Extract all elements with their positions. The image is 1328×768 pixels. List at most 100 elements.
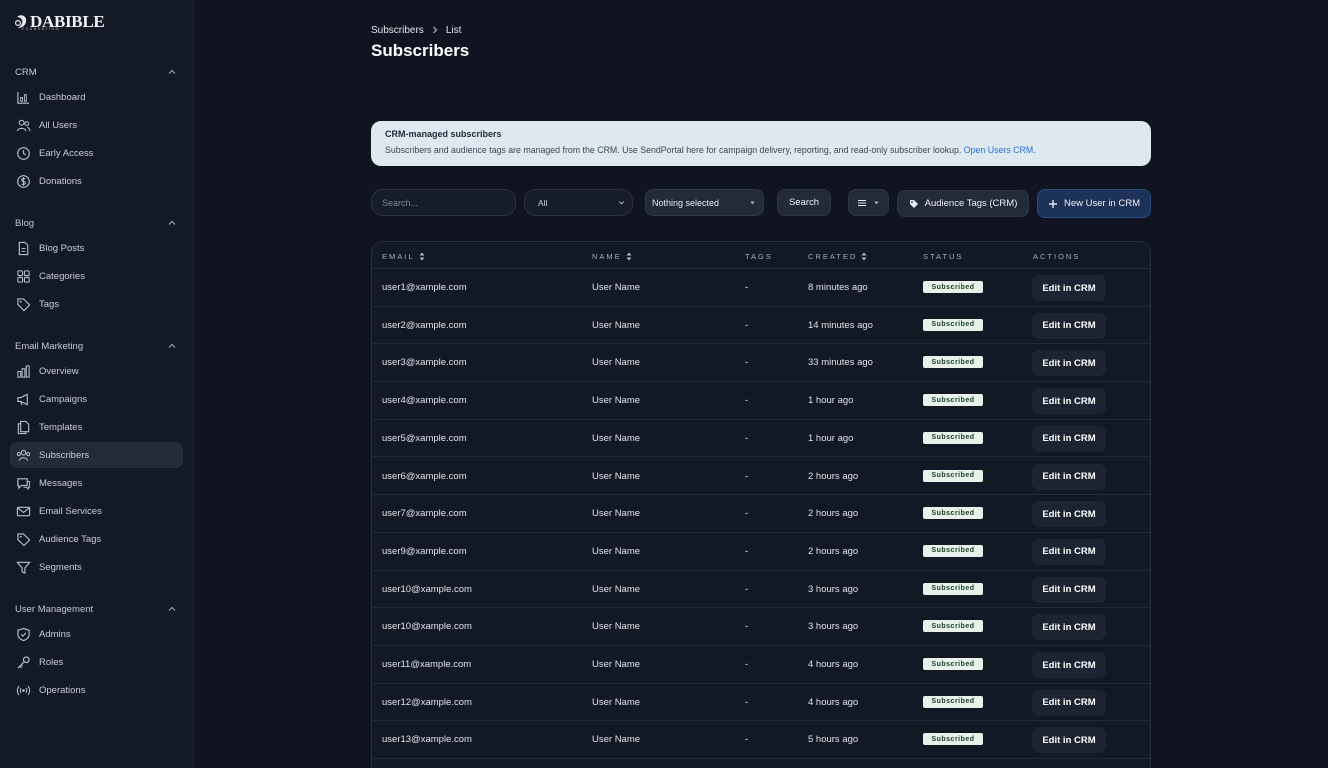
edit-in-crm-button[interactable]: Edit in CRM <box>1032 652 1106 678</box>
grid-icon <box>17 269 30 283</box>
search-input[interactable] <box>371 189 516 216</box>
section-header-user-management[interactable]: User Management <box>15 601 177 617</box>
edit-in-crm-button[interactable]: Edit in CRM <box>1032 312 1106 339</box>
sort-icon <box>419 252 425 261</box>
edit-in-crm-button[interactable]: Edit in CRM <box>1032 463 1106 490</box>
email-cell: user10@xample.com <box>382 583 472 595</box>
created-cell: 5 hours ago <box>808 734 859 746</box>
sidebar-item-audience-tags[interactable]: Audience Tags <box>10 526 183 552</box>
sidebar-item-early-access[interactable]: Early Access <box>10 140 183 166</box>
column-header-label: TAGS <box>745 252 773 261</box>
edit-in-crm-button[interactable]: Edit in CRM <box>1032 538 1106 565</box>
tags-cell: - <box>745 470 749 482</box>
edit-in-crm-button[interactable]: Edit in CRM <box>1032 727 1106 754</box>
chevron-up-icon <box>168 606 176 611</box>
status-badge: Subscribed <box>923 394 983 407</box>
sidebar-item-messages[interactable]: Messages <box>10 470 183 496</box>
files-icon <box>17 420 30 434</box>
sidebar-item-label: Donations <box>39 175 82 187</box>
edit-in-crm-button[interactable]: Edit in CRM <box>1032 501 1106 528</box>
created-cell: 14 minutes ago <box>808 319 873 331</box>
breadcrumb: Subscribers List <box>371 24 461 36</box>
column-header-created[interactable]: CREATED <box>808 252 867 261</box>
edit-in-crm-button[interactable]: Edit in CRM <box>1032 275 1106 301</box>
name-cell: User Name <box>592 319 641 331</box>
edit-in-crm-button[interactable]: Edit in CRM <box>1032 425 1106 452</box>
name-cell: User Name <box>592 545 641 557</box>
email-cell: user13@xample.com <box>382 734 472 746</box>
created-cell: 4 hours ago <box>808 659 859 670</box>
sidebar-item-donations[interactable]: Donations <box>10 168 183 194</box>
sidebar-item-all-users[interactable]: All Users <box>10 112 183 138</box>
filter-icon <box>16 561 31 574</box>
section-header-email-marketing[interactable]: Email Marketing <box>15 338 177 354</box>
tags-cell: - <box>745 319 749 331</box>
column-header-name[interactable]: NAME <box>592 252 632 261</box>
sidebar-item-roles[interactable]: Roles <box>10 649 183 675</box>
sidebar-item-blog-posts[interactable]: Blog Posts <box>10 235 183 261</box>
open-users-crm-link[interactable]: Open Users CRM. <box>964 145 1036 155</box>
caret-down-icon <box>874 201 879 205</box>
sort-icon <box>626 252 632 261</box>
edit-in-crm-button[interactable]: Edit in CRM <box>1032 388 1106 415</box>
table-row: user11@xample.com User Name - 4 hours ago Su… <box>372 646 1150 684</box>
sidebar-item-label: Email Services <box>39 505 102 517</box>
edit-in-crm-button[interactable]: Edit in CRM <box>1032 689 1106 716</box>
breadcrumb-parent[interactable]: Subscribers <box>371 25 424 36</box>
sidebar-item-templates[interactable]: Templates <box>10 414 183 440</box>
audience-tags-crm-button[interactable]: Audience Tags (CRM) <box>897 190 1029 217</box>
sidebar-item-admins[interactable]: Admins <box>10 621 183 647</box>
created-cell: 1 hour ago <box>808 395 854 407</box>
status-badge: Subscribed <box>923 318 983 331</box>
edit-in-crm-button[interactable]: Edit in CRM <box>1032 614 1106 641</box>
sidebar-item-categories[interactable]: Categories <box>10 263 183 289</box>
notice-text: Subscribers and audience tags are manage… <box>385 145 1137 155</box>
sidebar-item-tags[interactable]: Tags <box>10 291 183 317</box>
sidebar-item-dashboard[interactable]: Dashboard <box>10 84 183 110</box>
tags-cell: - <box>745 282 749 293</box>
sidebar-item-email-services[interactable]: Email Services <box>10 498 183 524</box>
column-header-actions: ACTIONS <box>1033 252 1080 261</box>
sidebar-item-operations[interactable]: Operations <box>10 677 183 703</box>
search-button[interactable]: Search <box>777 189 831 216</box>
sidebar-item-subscribers[interactable]: Subscribers <box>10 442 183 468</box>
name-cell: User Name <box>592 583 641 595</box>
notice-body: Subscribers and audience tags are manage… <box>385 145 962 155</box>
tags-select[interactable]: Nothing selected <box>645 189 764 216</box>
edit-in-crm-button[interactable]: Edit in CRM <box>1032 576 1106 603</box>
sidebar-item-segments[interactable]: Segments <box>10 554 183 580</box>
email-cell: user2@xample.com <box>382 319 467 331</box>
audience-tags-button-label: Audience Tags (CRM) <box>924 198 1018 209</box>
document-icon <box>18 241 29 255</box>
email-cell: user1@xample.com <box>382 282 467 293</box>
sidebar-item-campaigns[interactable]: Campaigns <box>10 386 183 412</box>
status-filter-select[interactable]: All <box>524 189 633 216</box>
list-icon <box>858 199 866 206</box>
created-cell: 1 hour ago <box>808 432 854 444</box>
email-cell: user4@xample.com <box>382 395 467 407</box>
tag-icon <box>17 297 31 311</box>
sidebar-item-label: Segments <box>39 561 82 573</box>
section-header-crm[interactable]: CRM <box>15 64 177 80</box>
status-badge: Subscribed <box>923 469 983 482</box>
edit-in-crm-button[interactable]: Edit in CRM <box>1032 350 1106 377</box>
sidebar-item-overview[interactable]: Overview <box>10 358 183 384</box>
clock-icon <box>17 146 30 160</box>
new-user-in-crm-button[interactable]: New User in CRM <box>1037 189 1151 218</box>
table-row: user12@xample.com User Name - 4 hours ago Su… <box>372 684 1150 722</box>
column-header-email[interactable]: EMAIL <box>382 252 425 261</box>
table-row: user6@xample.com User Name - 2 hours ago Sub… <box>372 458 1150 496</box>
status-badge: Subscribed <box>923 544 983 557</box>
sidebar-item-label: Audience Tags <box>39 533 102 545</box>
tags-cell: - <box>745 357 749 369</box>
sidebar-item-label: Messages <box>39 477 83 489</box>
email-cell: user10@xample.com <box>382 621 472 633</box>
tags-cell: - <box>745 395 749 407</box>
users-icon <box>16 119 31 131</box>
table-header: EMAIL NAME TAGS CREATED STATUS ACTIONS <box>372 242 1150 269</box>
table-row: user5@xample.com User Name - 1 hour ago Subs… <box>372 420 1150 458</box>
name-cell: User Name <box>592 282 641 293</box>
bar-chart-icon <box>17 364 30 378</box>
columns-menu-button[interactable] <box>848 189 889 216</box>
section-header-blog[interactable]: Blog <box>15 215 177 231</box>
